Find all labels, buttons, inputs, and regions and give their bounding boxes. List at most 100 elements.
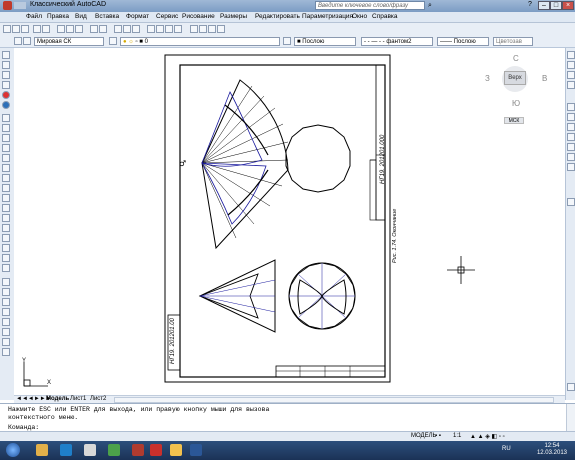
region-icon[interactable] xyxy=(2,244,10,252)
taskbar-autocad-icon[interactable] xyxy=(150,444,162,456)
copy-icon[interactable] xyxy=(66,25,74,33)
make-block-icon[interactable] xyxy=(2,204,10,212)
scale-icon[interactable] xyxy=(2,348,10,356)
annotation-scale[interactable]: 1:1 xyxy=(453,433,461,439)
viewcube-west[interactable]: З xyxy=(485,74,490,83)
showmotion-icon[interactable] xyxy=(567,81,575,89)
wcs-menu[interactable]: МСК xyxy=(504,117,524,124)
menu-draw[interactable]: Рисование xyxy=(182,13,215,20)
taskbar-app5-icon[interactable] xyxy=(132,444,144,456)
command-window[interactable]: Нажмите ESC или ENTER для выхода, или пр… xyxy=(0,403,575,432)
ellipse-icon[interactable] xyxy=(2,174,10,182)
viewcube-south[interactable]: Ю xyxy=(512,99,520,108)
search-input[interactable]: Введите ключевое слово/фразу xyxy=(315,1,425,10)
arc-icon[interactable] xyxy=(2,134,10,142)
status-model-button[interactable]: МОДЕЛЬ xyxy=(411,433,436,439)
tab-sheet1[interactable]: Лист1 xyxy=(70,396,86,402)
command-scrollbar[interactable] xyxy=(566,404,575,431)
tool-palettes-icon[interactable] xyxy=(165,25,173,33)
table-icon[interactable] xyxy=(2,254,10,262)
taskbar-app1-icon[interactable] xyxy=(36,444,48,456)
rotate-icon[interactable] xyxy=(2,338,10,346)
menu-format[interactable]: Формат xyxy=(126,13,149,20)
globe-icon[interactable] xyxy=(2,101,10,109)
design-center-icon[interactable] xyxy=(156,25,164,33)
menu-edit[interactable]: Правка xyxy=(47,13,69,20)
menu-view[interactable]: Вид xyxy=(75,13,87,20)
linetype-select[interactable]: - - — - - фантом2 xyxy=(361,37,433,46)
tab-model[interactable]: Модель xyxy=(46,396,69,402)
insert-block-icon[interactable] xyxy=(2,194,10,202)
system-clock[interactable]: 12:54 12.03.2013 xyxy=(537,443,567,457)
line-icon[interactable] xyxy=(2,51,10,59)
dimstyle-icon[interactable] xyxy=(199,25,207,33)
maximize-button[interactable]: □ xyxy=(550,1,562,10)
polyline-icon[interactable] xyxy=(2,71,10,79)
move-icon[interactable] xyxy=(2,328,10,336)
dim-linear-icon[interactable] xyxy=(567,103,575,111)
gradient-icon[interactable] xyxy=(2,234,10,242)
offset-icon[interactable] xyxy=(2,308,10,316)
dim-radius-icon[interactable] xyxy=(567,143,575,151)
color-select[interactable]: ■ Послою xyxy=(294,37,356,46)
mirror-icon[interactable] xyxy=(2,298,10,306)
layer-select[interactable]: ● ☼ ▫ ■ 0 xyxy=(120,37,280,46)
taskbar-app2-icon[interactable] xyxy=(60,444,72,456)
spline-icon[interactable] xyxy=(2,164,10,172)
tab-sheet2[interactable]: Лист2 xyxy=(90,396,106,402)
preview-icon[interactable] xyxy=(42,25,50,33)
ellipse-arc-icon[interactable] xyxy=(2,184,10,192)
ucs-select[interactable]: Мировая СК xyxy=(34,37,104,46)
ucs-prev-icon[interactable] xyxy=(23,37,31,45)
polygon-icon[interactable] xyxy=(2,81,10,89)
redo-icon[interactable] xyxy=(99,25,107,33)
pan-icon[interactable] xyxy=(114,25,122,33)
modify-icon[interactable] xyxy=(2,114,10,122)
orbit-icon[interactable] xyxy=(567,71,575,79)
taskbar-app3-icon[interactable] xyxy=(84,444,96,456)
menu-help[interactable]: Справка xyxy=(372,13,398,20)
mtext-icon[interactable] xyxy=(2,264,10,272)
menu-window[interactable]: Окно xyxy=(352,13,367,20)
quick-access-icons[interactable] xyxy=(14,2,26,9)
copy-object-icon[interactable] xyxy=(2,288,10,296)
circle-icon[interactable] xyxy=(2,144,10,152)
viewcube-top-button[interactable]: Верх xyxy=(504,71,526,85)
array-icon[interactable] xyxy=(2,318,10,326)
lineweight-select[interactable]: —— Послою xyxy=(437,37,489,46)
paste-icon[interactable] xyxy=(75,25,83,33)
pan-realtime-icon[interactable] xyxy=(567,51,575,59)
xline-icon[interactable] xyxy=(2,61,10,69)
menu-modify[interactable]: Редактировать xyxy=(255,13,300,20)
zoom-realtime-icon[interactable] xyxy=(567,61,575,69)
viewcube-east[interactable]: В xyxy=(542,74,547,83)
zoom-icon[interactable] xyxy=(123,25,131,33)
revcloud-icon[interactable] xyxy=(2,154,10,162)
close-button[interactable]: × xyxy=(562,1,574,10)
plotstyle-select[interactable]: Цветозав xyxy=(493,37,533,46)
viewcube[interactable]: С З В Ю Верх МСК xyxy=(482,52,547,124)
taskbar-app4-icon[interactable] xyxy=(108,444,120,456)
properties-icon[interactable] xyxy=(147,25,155,33)
undo-icon[interactable] xyxy=(90,25,98,33)
print-icon[interactable] xyxy=(33,25,41,33)
cut-icon[interactable] xyxy=(57,25,65,33)
drawing-area[interactable]: Y X ♂ НГ19. 201201.000 Рис. 1.74. Оконча… xyxy=(14,48,565,395)
hatch-icon[interactable] xyxy=(2,224,10,232)
menu-insert[interactable]: Вставка xyxy=(95,13,119,20)
tablestyle-icon[interactable] xyxy=(208,25,216,33)
layer-manager-icon[interactable] xyxy=(109,37,117,45)
dim-aligned-icon[interactable] xyxy=(567,113,575,121)
help-icon[interactable]: ? xyxy=(528,1,532,8)
dim-angular-icon[interactable] xyxy=(567,163,575,171)
start-button-icon[interactable] xyxy=(6,443,20,457)
point-icon[interactable] xyxy=(2,214,10,222)
search-icon[interactable]: ⌕ xyxy=(428,2,432,10)
open-icon[interactable] xyxy=(12,25,20,33)
style-icon[interactable] xyxy=(190,25,198,33)
minimize-button[interactable]: – xyxy=(538,1,550,10)
calculator-icon[interactable] xyxy=(174,25,182,33)
menu-parametric[interactable]: Параметризация xyxy=(302,13,353,20)
scroll-down-icon[interactable] xyxy=(567,383,575,391)
command-prompt[interactable]: Команда: xyxy=(8,424,39,431)
